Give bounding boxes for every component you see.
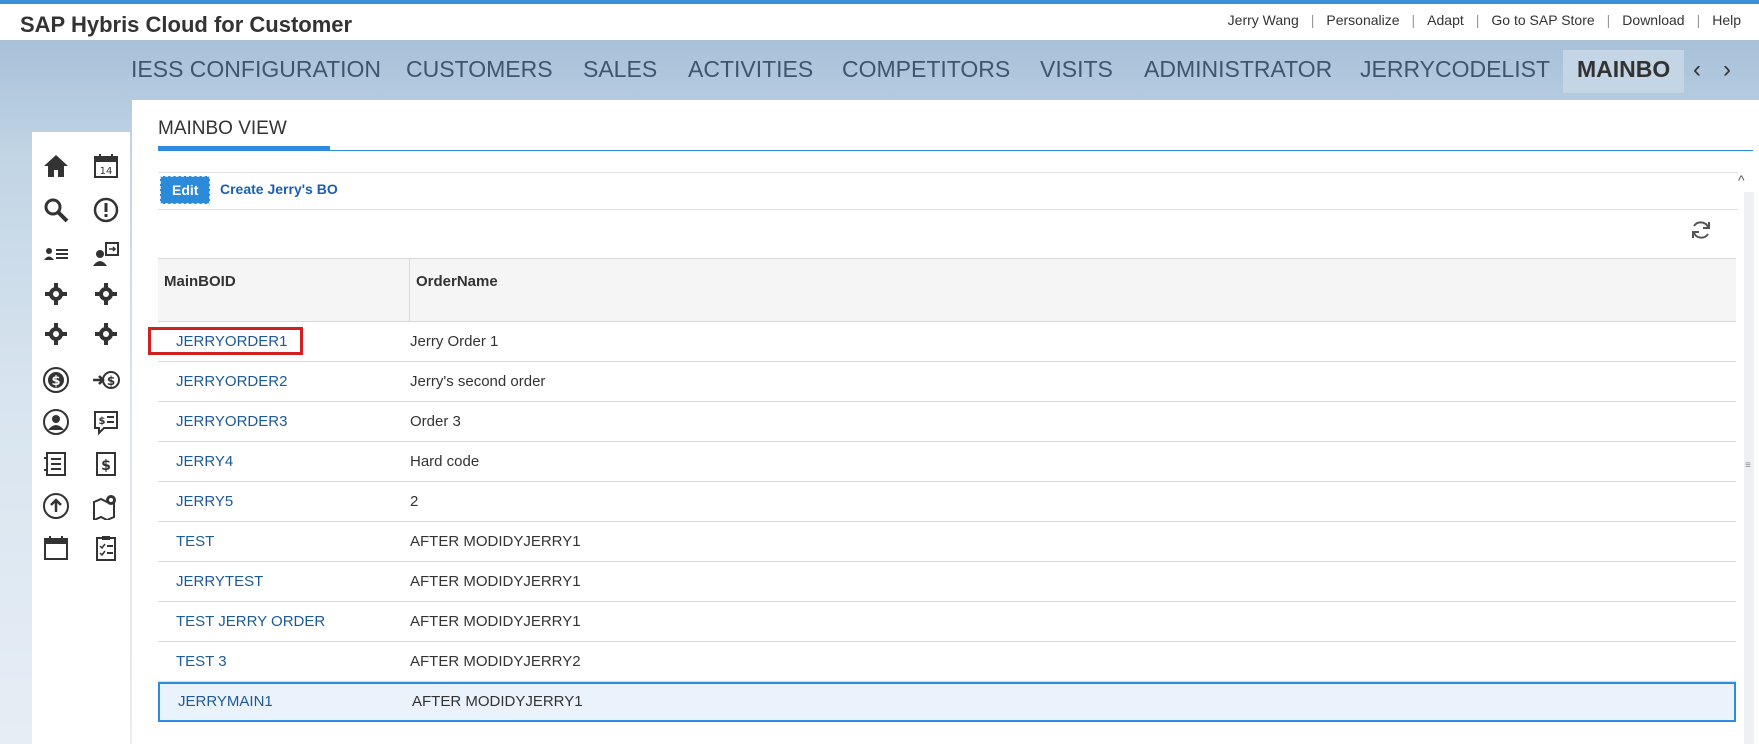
main-navigation: IESS CONFIGURATION CUSTOMERS SALES ACTIV…	[131, 40, 1759, 100]
refresh-icon[interactable]	[1689, 218, 1713, 242]
separator: |	[1606, 12, 1611, 28]
dollar-chat-icon[interactable]: $	[92, 408, 120, 436]
order-name-cell: AFTER MODIDYJERRY1	[412, 693, 583, 710]
nav-tab-jerrycodelist[interactable]: JERRYCODELIST	[1360, 56, 1550, 83]
gear-icon[interactable]	[42, 280, 70, 308]
clipboard-check-icon[interactable]	[92, 534, 120, 562]
help-link[interactable]: Help	[1712, 12, 1741, 28]
app-title: SAP Hybris Cloud for Customer	[20, 12, 353, 37]
scroll-grip-icon: ≡	[1745, 460, 1751, 471]
table-row[interactable]: JERRY5 2	[158, 482, 1736, 522]
edit-button[interactable]: Edit	[160, 176, 211, 204]
order-name-cell: Order 3	[410, 413, 461, 430]
header-links: Jerry Wang | Personalize | Adapt | Go to…	[1228, 12, 1741, 28]
table-row[interactable]: TEST 3 AFTER MODIDYJERRY2	[158, 642, 1736, 682]
table-row[interactable]: JERRYORDER3 Order 3	[158, 402, 1736, 442]
sap-store-link[interactable]: Go to SAP Store	[1491, 12, 1594, 28]
table-row[interactable]: JERRYORDER1 Jerry Order 1	[158, 322, 1736, 362]
user-name-link[interactable]: Jerry Wang	[1228, 12, 1299, 28]
column-divider	[409, 259, 410, 321]
svg-text:$: $	[101, 458, 111, 474]
gear-icon[interactable]	[92, 320, 120, 348]
adapt-link[interactable]: Adapt	[1427, 12, 1464, 28]
nav-tab-iess-configuration[interactable]: IESS CONFIGURATION	[131, 56, 381, 83]
nav-tab-administrator[interactable]: ADMINISTRATOR	[1144, 56, 1332, 83]
mainboid-link[interactable]: JERRYORDER1	[176, 333, 287, 350]
gear-icon[interactable]	[92, 280, 120, 308]
dollar-arrow-icon[interactable]: $	[92, 366, 120, 394]
calendar-14-icon[interactable]: 14	[92, 152, 120, 180]
document-list-icon[interactable]	[42, 450, 70, 478]
personalize-link[interactable]: Personalize	[1326, 12, 1399, 28]
scroll-up-arrow[interactable]: ^	[1738, 172, 1745, 188]
table-row[interactable]: JERRYTEST AFTER MODIDYJERRY1	[158, 562, 1736, 602]
mainboid-link[interactable]: JERRYTEST	[176, 573, 263, 590]
nav-tab-mainbo[interactable]: MAINBO	[1563, 50, 1685, 93]
mainboid-link[interactable]: JERRY5	[176, 493, 233, 510]
order-name-cell: AFTER MODIDYJERRY2	[410, 653, 581, 670]
svg-text:14: 14	[100, 166, 113, 177]
main-content: MAINBO VIEW Edit Create Jerry's BO ^ ≡ M…	[132, 100, 1759, 744]
column-header-mainboid[interactable]: MainBOID	[164, 273, 236, 290]
nav-next-arrow[interactable]: ›	[1723, 56, 1731, 84]
order-name-cell: Hard code	[410, 453, 480, 470]
order-name-cell: AFTER MODIDYJERRY1	[410, 533, 581, 550]
alert-icon[interactable]	[92, 196, 120, 224]
svg-text:$: $	[107, 374, 115, 388]
nav-tab-visits[interactable]: VISITS	[1040, 56, 1113, 83]
svg-text:$: $	[99, 416, 106, 427]
nav-prev-arrow[interactable]: ‹	[1693, 56, 1701, 84]
home-icon[interactable]	[42, 152, 70, 180]
mainboid-link[interactable]: TEST	[176, 533, 214, 550]
gear-icon[interactable]	[42, 320, 70, 348]
table-row-selected[interactable]: JERRYMAIN1 AFTER MODIDYJERRY1	[158, 682, 1736, 722]
mainboid-link[interactable]: JERRYMAIN1	[178, 693, 273, 710]
nav-tab-activities[interactable]: ACTIVITIES	[688, 56, 813, 83]
mainboid-link[interactable]: JERRY4	[176, 453, 233, 470]
create-bo-link[interactable]: Create Jerry's BO	[220, 181, 338, 197]
mainboid-link[interactable]: JERRYORDER3	[176, 413, 287, 430]
order-name-cell: Jerry Order 1	[410, 333, 499, 350]
table-row[interactable]: TEST AFTER MODIDYJERRY1	[158, 522, 1736, 562]
svg-text:$: $	[51, 374, 60, 389]
tab-divider	[158, 150, 1753, 151]
order-name-cell: AFTER MODIDYJERRY1	[410, 613, 581, 630]
tab-mainbo-view[interactable]: MAINBO VIEW	[158, 118, 287, 140]
nav-tab-competitors[interactable]: COMPETITORS	[842, 56, 1010, 83]
customer-switch-icon[interactable]	[92, 240, 120, 268]
nav-tab-sales[interactable]: SALES	[583, 56, 657, 83]
dollar-circle-icon[interactable]: $	[42, 366, 70, 394]
left-icon-panel: 14 $ $ $ $	[32, 132, 130, 744]
separator: |	[1411, 12, 1416, 28]
separator: |	[1475, 12, 1480, 28]
download-link[interactable]: Download	[1622, 12, 1684, 28]
invoice-icon[interactable]: $	[92, 450, 120, 478]
nav-tab-customers[interactable]: CUSTOMERS	[406, 56, 553, 83]
calendar-icon[interactable]	[42, 534, 70, 562]
mainboid-link[interactable]: TEST JERRY ORDER	[176, 613, 325, 630]
table-row[interactable]: TEST JERRY ORDER AFTER MODIDYJERRY1	[158, 602, 1736, 642]
separator: |	[1696, 12, 1701, 28]
mainboid-link[interactable]: TEST 3	[176, 653, 227, 670]
toolbar: Edit Create Jerry's BO	[158, 172, 1738, 210]
mainboid-link[interactable]: JERRYORDER2	[176, 373, 287, 390]
upload-circle-icon[interactable]	[42, 492, 70, 520]
mainbo-table: MainBOID OrderName JERRYORDER1 Jerry Ord…	[158, 258, 1736, 722]
order-name-cell: Jerry's second order	[410, 373, 546, 390]
table-row[interactable]: JERRY4 Hard code	[158, 442, 1736, 482]
search-icon[interactable]	[42, 196, 70, 224]
table-row[interactable]: JERRYORDER2 Jerry's second order	[158, 362, 1736, 402]
map-pin-icon[interactable]	[92, 492, 120, 520]
contacts-list-icon[interactable]	[42, 240, 70, 268]
app-header: SAP Hybris Cloud for Customer Jerry Wang…	[0, 4, 1759, 40]
order-name-cell: 2	[410, 493, 419, 510]
person-circle-icon[interactable]	[42, 408, 70, 436]
order-name-cell: AFTER MODIDYJERRY1	[410, 573, 581, 590]
column-header-ordername[interactable]: OrderName	[416, 273, 498, 290]
separator: |	[1310, 12, 1315, 28]
table-header: MainBOID OrderName	[158, 258, 1736, 322]
